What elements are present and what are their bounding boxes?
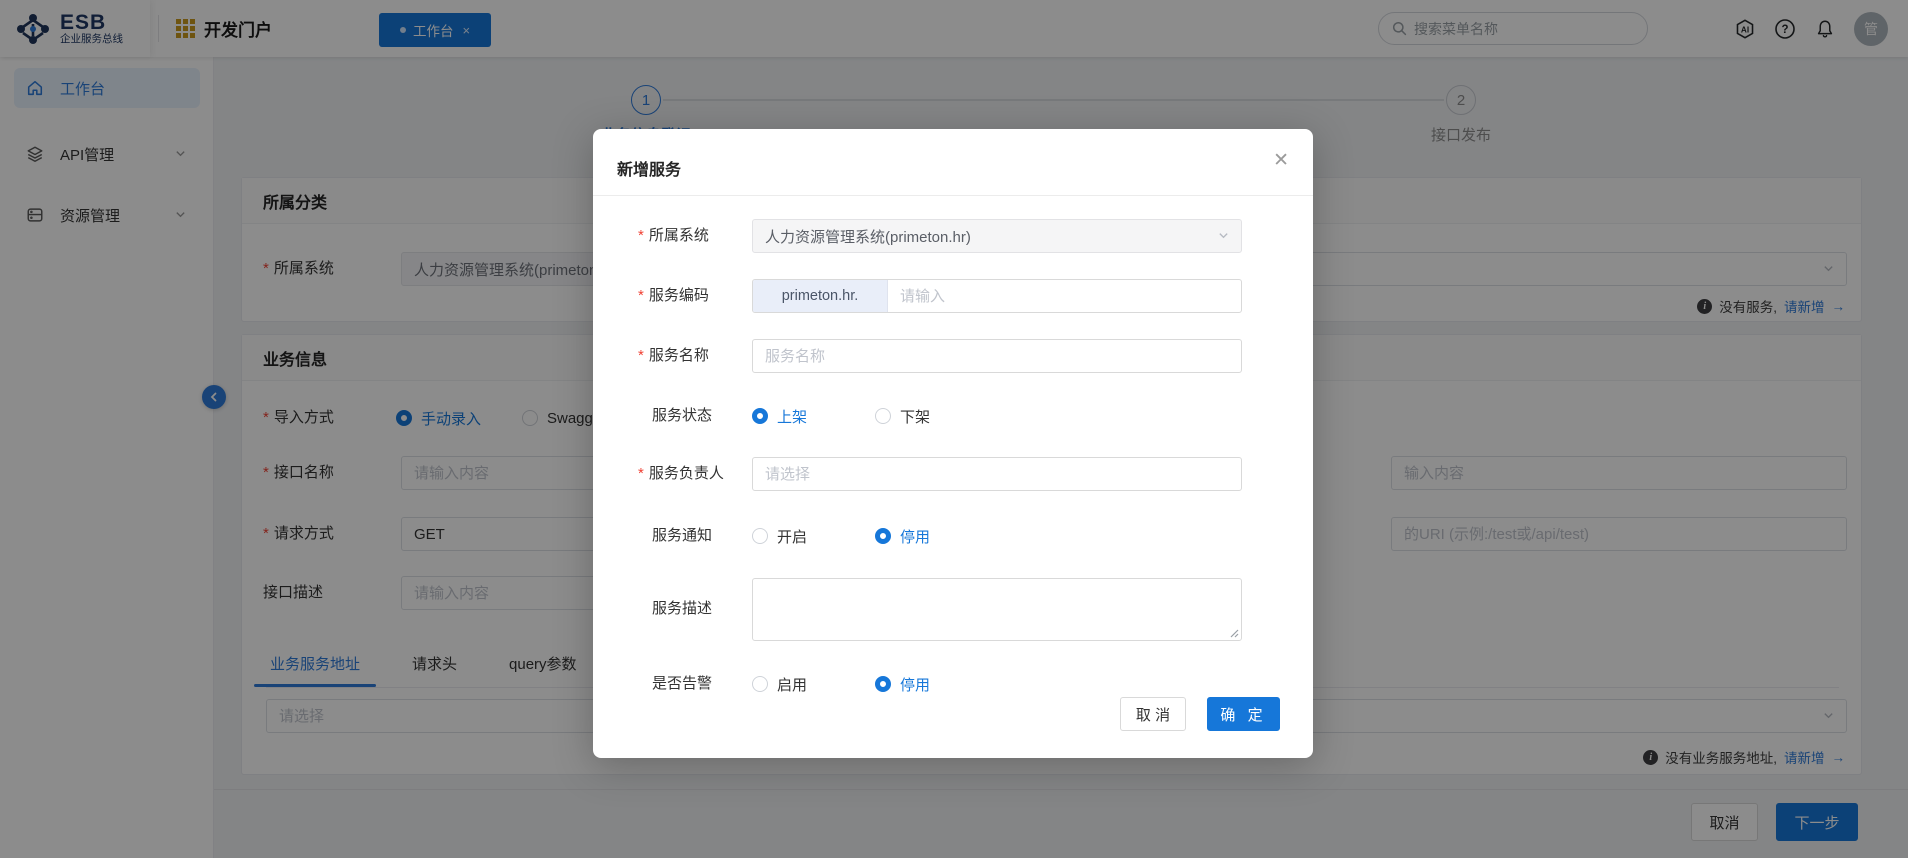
radio-notify-off[interactable]: 停用 [875, 519, 930, 553]
add-service-modal: 新增服务 ✕ 所属系统 人力资源管理系统(primeton.hr) 服务编码 p… [593, 129, 1313, 758]
radio-status-offline[interactable]: 下架 [875, 399, 930, 433]
modal-status-label: 服务状态 [652, 399, 712, 433]
radio-icon [875, 528, 891, 544]
modal-owner-label: 服务负责人 [652, 457, 724, 491]
modal-alarm-label: 是否告警 [652, 667, 712, 701]
modal-desc-label: 服务描述 [652, 592, 712, 626]
modal-header-divider [593, 195, 1313, 196]
radio-alarm-on[interactable]: 启用 [752, 667, 807, 701]
modal-ok-button[interactable]: 确 定 [1207, 697, 1280, 731]
modal-owner-select[interactable] [752, 457, 1242, 491]
radio-icon [752, 676, 768, 692]
radio-status-online[interactable]: 上架 [752, 399, 807, 433]
resize-grip-icon[interactable] [1229, 628, 1239, 638]
modal-system-select: 人力资源管理系统(primeton.hr) [752, 219, 1242, 253]
close-icon[interactable]: ✕ [1273, 151, 1289, 170]
radio-icon [752, 408, 768, 424]
modal-name-label: 服务名称 [652, 339, 709, 373]
modal-code-input-group[interactable]: primeton.hr. [752, 279, 1242, 313]
chevron-down-icon [1218, 228, 1229, 245]
radio-icon [875, 408, 891, 424]
modal-system-label: 所属系统 [652, 219, 709, 253]
modal-title: 新增服务 [617, 156, 681, 180]
modal-code-label: 服务编码 [652, 279, 709, 313]
app-screen: 工作台 × AI ? 管 [0, 0, 1908, 858]
code-input[interactable] [888, 288, 1241, 305]
code-prefix: primeton.hr. [753, 280, 888, 312]
modal-name-input[interactable] [752, 339, 1242, 373]
modal-notify-label: 服务通知 [652, 519, 712, 553]
radio-icon [752, 528, 768, 544]
radio-alarm-off[interactable]: 停用 [875, 667, 930, 701]
radio-notify-on[interactable]: 开启 [752, 519, 807, 553]
modal-cancel-button[interactable]: 取 消 [1120, 697, 1186, 731]
radio-icon [875, 676, 891, 692]
modal-desc-textarea[interactable] [752, 578, 1242, 641]
